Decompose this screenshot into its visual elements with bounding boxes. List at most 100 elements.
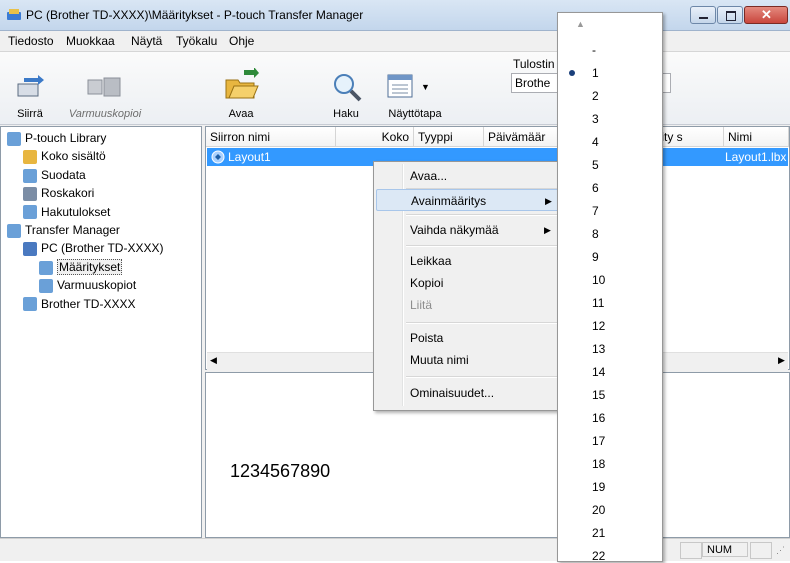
- close-button[interactable]: ✕: [744, 6, 788, 24]
- open-label: Avaa: [228, 108, 254, 120]
- tree-item[interactable]: Roskakori: [23, 184, 94, 202]
- layout-file-icon: [211, 150, 225, 167]
- menu-tools[interactable]: Työkalu: [176, 34, 217, 48]
- submenu-arrow-icon: ▶: [545, 196, 552, 206]
- menu-separator: [406, 214, 560, 216]
- tree-item[interactable]: Brother TD-XXXX: [23, 295, 135, 313]
- computer-icon: [23, 242, 37, 257]
- backup-button[interactable]: Varmuuskopioi: [64, 52, 146, 124]
- dropdown-option[interactable]: 3: [592, 112, 599, 126]
- menu-item-key-assignment-label: Avainmääritys: [411, 194, 487, 208]
- dropdown-option[interactable]: 2: [592, 89, 599, 103]
- dropdown-option[interactable]: 5: [592, 158, 599, 172]
- menu-item-open[interactable]: Avaa...: [376, 165, 562, 187]
- search-icon: [23, 205, 37, 220]
- config-icon: [39, 260, 53, 275]
- menu-edit[interactable]: Muokkaa: [66, 34, 115, 48]
- resize-grip-icon[interactable]: ⋰: [776, 545, 785, 556]
- dropdown-option[interactable]: -: [592, 43, 596, 57]
- column-transfer-name[interactable]: Siirron nimi: [206, 127, 336, 147]
- menu-bar: Tiedosto Muokkaa Näytä Työkalu Ohje: [0, 31, 790, 52]
- search-button[interactable]: Haku: [322, 52, 370, 124]
- minimize-button[interactable]: [690, 6, 716, 24]
- menu-item-key-assignment[interactable]: Avainmääritys ▶: [376, 189, 562, 211]
- dropdown-option[interactable]: 9: [592, 250, 599, 264]
- backup-icon: [87, 77, 121, 97]
- app-icon: [7, 9, 21, 20]
- menu-item-delete[interactable]: Poista: [376, 327, 562, 349]
- trash-icon: [23, 187, 37, 202]
- view-mode-button[interactable]: ▼ Näyttötapa: [375, 52, 455, 124]
- tree-item[interactable]: PC (Brother TD-XXXX): [23, 239, 163, 257]
- tree-item[interactable]: Varmuuskopiot: [39, 276, 136, 294]
- menu-item-properties[interactable]: Ominaisuudet...: [376, 382, 562, 404]
- tree-item-label: Määritykset: [57, 258, 123, 275]
- dropdown-option[interactable]: 18: [592, 457, 605, 471]
- dropdown-option[interactable]: 11: [592, 296, 604, 310]
- dropdown-option[interactable]: 10: [592, 273, 605, 287]
- menu-item-change-view[interactable]: Vaihda näkymää ▶: [376, 219, 562, 241]
- dropdown-option[interactable]: 19: [592, 480, 605, 494]
- row-file: Layout1.lbx: [725, 150, 787, 164]
- dropdown-option[interactable]: 8: [592, 227, 599, 241]
- open-button[interactable]: Avaa: [215, 52, 267, 124]
- dropdown-option[interactable]: 1: [592, 66, 599, 80]
- menu-item-rename[interactable]: Muuta nimi: [376, 349, 562, 371]
- transfer-button[interactable]: Siirrä: [4, 52, 56, 124]
- library-icon: [7, 131, 21, 146]
- transfer-icon: [7, 223, 21, 238]
- dropdown-option[interactable]: 14: [592, 365, 605, 379]
- menu-item-cut[interactable]: Leikkaa: [376, 250, 562, 272]
- view-mode-label: Näyttötapa: [388, 108, 442, 120]
- tree-item[interactable]: Koko sisältö: [23, 147, 106, 165]
- folder-icon: [23, 150, 37, 165]
- column-date[interactable]: Päivämäär: [484, 127, 564, 147]
- tree-item[interactable]: Transfer Manager: [7, 221, 120, 239]
- column-size[interactable]: Koko: [336, 127, 414, 147]
- printer-label: Tulostin: [513, 57, 555, 71]
- dropdown-option[interactable]: 13: [592, 342, 605, 356]
- dropdown-option[interactable]: 16: [592, 411, 605, 425]
- backup-label: Varmuuskopioi: [68, 108, 142, 120]
- menu-help[interactable]: Ohje: [229, 34, 254, 48]
- dropdown-option[interactable]: 17: [592, 434, 605, 448]
- menu-file[interactable]: Tiedosto: [8, 34, 54, 48]
- tree-item[interactable]: Määritykset: [39, 258, 123, 276]
- submenu-arrow-icon: ▶: [544, 225, 551, 235]
- tree-item-label: Transfer Manager: [25, 223, 120, 237]
- tree-item[interactable]: P-touch Library: [7, 129, 106, 147]
- maximize-icon: [726, 11, 736, 21]
- menu-item-copy[interactable]: Kopioi: [376, 272, 562, 294]
- search-label: Haku: [333, 108, 359, 120]
- scroll-left-icon[interactable]: ◀: [210, 355, 217, 366]
- preview-barcode-text: 1234567890: [230, 461, 331, 481]
- status-cell-2: [750, 542, 772, 559]
- dropdown-option[interactable]: 22: [592, 549, 605, 563]
- tree-item[interactable]: Suodata: [23, 166, 86, 184]
- close-icon: ✕: [761, 7, 772, 22]
- menu-separator: [406, 376, 560, 378]
- dropdown-option[interactable]: 12: [592, 319, 605, 333]
- toolbar: Siirrä Varmuuskopioi Avaa Haku ▼ Näyttöt…: [0, 52, 790, 125]
- minimize-icon: [699, 17, 708, 19]
- menu-separator: [406, 245, 560, 247]
- scroll-right-icon[interactable]: ▶: [778, 355, 785, 366]
- dropdown-option[interactable]: 4: [592, 135, 599, 149]
- dropdown-option[interactable]: 6: [592, 181, 599, 195]
- folder-tree: P-touch Library Koko sisältö Suodata Roskak…: [0, 126, 202, 538]
- menu-view[interactable]: Näytä: [131, 34, 162, 48]
- maximize-button[interactable]: [717, 6, 743, 24]
- dropdown-option[interactable]: 20: [592, 503, 605, 517]
- dropdown-option[interactable]: 7: [592, 204, 599, 218]
- tree-item-label: Brother TD-XXXX: [41, 296, 136, 311]
- dropdown-option[interactable]: 21: [592, 526, 605, 540]
- title-bar: PC (Brother TD-XXXX)\Määritykset - P-tou…: [0, 0, 790, 31]
- open-folder-icon: [225, 68, 259, 99]
- tree-item-label: Roskakori: [41, 186, 95, 201]
- column-type[interactable]: Tyyppi: [414, 127, 484, 147]
- tree-item[interactable]: Hakutulokset: [23, 203, 110, 221]
- dropdown-option[interactable]: 15: [592, 388, 605, 402]
- filter-icon: [23, 168, 37, 183]
- column-name[interactable]: Nimi: [724, 127, 789, 147]
- scroll-up-icon[interactable]: ▲: [576, 19, 585, 29]
